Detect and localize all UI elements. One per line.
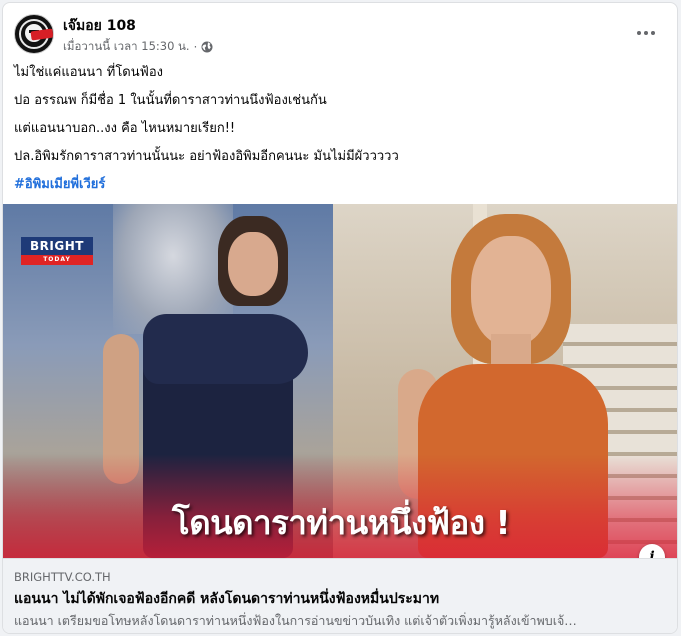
more-horizontal-icon [637,31,655,35]
link-description: แอนนา เตรียมขอโทษหลังโดนดาราท่านหนึ่งฟ้อ… [14,613,577,628]
post-text-line: ปอ อรรณพ ก็มีชื่อ 1 ในนั้นที่ดาราสาวท่าน… [14,93,327,108]
image-headline: โดนดาราท่านหนึ่งฟ้อง ! [171,503,511,542]
more-options-button[interactable] [631,21,661,45]
bright-today-logo: BRIGHT TODAY [21,237,93,267]
hashtag-link[interactable]: #อิพิมเมียพี่เวียร์ [14,175,664,194]
post-text-line: ปล.อิพิมรักดาราสาวท่านนั้นนะ อย่าฟ้องอิพ… [14,149,399,164]
link-title[interactable]: แอนนา ไม่ได้พักเจอฟ้องอีกคดี หลังโดนดารา… [14,588,669,610]
meta-separator: · [193,40,198,54]
link-domain: BRIGHTTV.CO.TH [14,570,111,584]
avatar[interactable] [14,14,54,54]
brand-logo-bottom: TODAY [21,255,93,265]
facebook-post: เจ๊มอย 108 เมื่อวานนี้ เวลา 15:30 น. · ไ… [2,2,678,634]
link-preview[interactable]: BRIGHTTV.CO.TH แอนนา ไม่ได้พักเจอฟ้องอีก… [3,558,677,633]
post-text-line: ไม่ใช่แค่แอนนา ที่โดนฟ้อง [14,65,163,80]
brand-logo-top: BRIGHT [21,237,93,255]
post-meta: เมื่อวานนี้ เวลา 15:30 น. · [63,38,213,56]
post-header: เจ๊มอย 108 เมื่อวานนี้ เวลา 15:30 น. · [3,3,677,63]
post-text: ไม่ใช่แค่แอนนา ที่โดนฟ้อง ปอ อรรณพ ก็มีช… [14,63,664,194]
post-text-line: แต่แอนนาบอก..งง คือ ไหนหมายเรียก!! [14,121,236,136]
globe-icon[interactable] [201,41,213,53]
author-name[interactable]: เจ๊มอย 108 [63,15,136,37]
shared-article-image[interactable]: BRIGHT TODAY โดนดาราท่านหนึ่งฟ้อง ! i [3,204,677,558]
post-timestamp[interactable]: เมื่อวานนี้ เวลา 15:30 น. [63,38,190,56]
